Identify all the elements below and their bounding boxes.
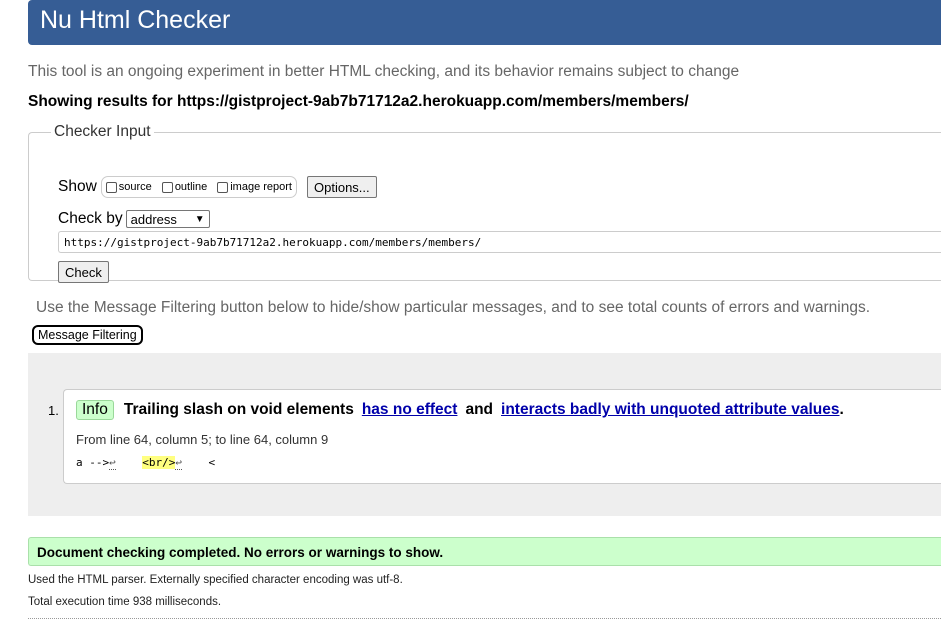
outline-option-label: outline — [174, 181, 208, 193]
extract-post: < — [182, 456, 216, 469]
footer-divider — [28, 618, 941, 619]
url-input[interactable]: https://gistproject-9ab7b71712a2.herokua… — [58, 231, 941, 253]
line-feed-icon: ↩ — [109, 456, 116, 470]
options-button[interactable]: Options... — [307, 176, 377, 198]
message-filtering-note: Use the Message Filtering button below t… — [36, 299, 871, 316]
check-by-value: address — [130, 211, 177, 227]
showing-results-heading: Showing results for https://gistproject-… — [28, 93, 689, 110]
show-label: Show — [58, 178, 97, 195]
message-number: 1. — [48, 403, 59, 418]
check-by-select[interactable]: address ▼ — [125, 210, 210, 228]
show-source-option[interactable]: source — [105, 181, 152, 193]
check-button[interactable]: Check — [58, 261, 109, 283]
tagline: This tool is an ongoing experiment in be… — [28, 63, 740, 80]
checking-completed-status: Document checking completed. No errors o… — [28, 537, 941, 566]
extract-highlight: <br/> — [142, 456, 176, 469]
show-row: Show source outline image report Options… — [58, 176, 377, 198]
message-item: Info Trailing slash on void elements has… — [63, 389, 941, 484]
show-outline-option[interactable]: outline — [161, 181, 208, 193]
has-no-effect-link[interactable]: has no effect — [362, 401, 458, 419]
messages-list: 1. Info Trailing slash on void elements … — [28, 353, 941, 516]
check-by-label: Check by — [58, 210, 123, 227]
source-checkbox[interactable] — [105, 181, 117, 193]
message-text: Trailing slash on void elements — [123, 401, 354, 418]
message-title: Info Trailing slash on void elements has… — [76, 400, 844, 420]
message-filtering-button[interactable]: Message Filtering — [32, 325, 143, 345]
line-feed-icon: ↩ — [175, 456, 182, 470]
checker-input-legend: Checker Input — [54, 123, 151, 140]
page-header: Nu Html Checker — [28, 0, 941, 45]
interacts-badly-link[interactable]: interacts badly with unquoted attribute … — [501, 401, 839, 419]
page-title: Nu Html Checker — [40, 6, 231, 34]
source-option-label: source — [118, 181, 152, 193]
message-connector: and — [465, 401, 494, 418]
message-location: From line 64, column 5; to line 64, colu… — [76, 432, 329, 447]
outline-checkbox[interactable] — [161, 181, 173, 193]
check-by-row: Check by address ▼ — [58, 210, 210, 228]
extract-gap — [116, 456, 143, 469]
info-badge: Info — [76, 400, 114, 420]
execution-time: Total execution time 938 milliseconds. — [28, 596, 222, 608]
code-extract: a -->↩ <br/>↩ < — [76, 456, 216, 470]
checker-input-fieldset: Checker Input Show source outline image … — [28, 123, 941, 283]
show-options-group: source outline image report — [100, 176, 297, 198]
image-report-checkbox[interactable] — [217, 181, 229, 193]
image-report-option-label: image report — [230, 181, 292, 193]
chevron-down-icon: ▼ — [194, 213, 205, 225]
message-end: . — [839, 401, 844, 418]
show-image-report-option[interactable]: image report — [217, 181, 292, 193]
parser-info: Used the HTML parser. Externally specifi… — [28, 574, 403, 586]
extract-pre: a --> — [76, 456, 110, 469]
